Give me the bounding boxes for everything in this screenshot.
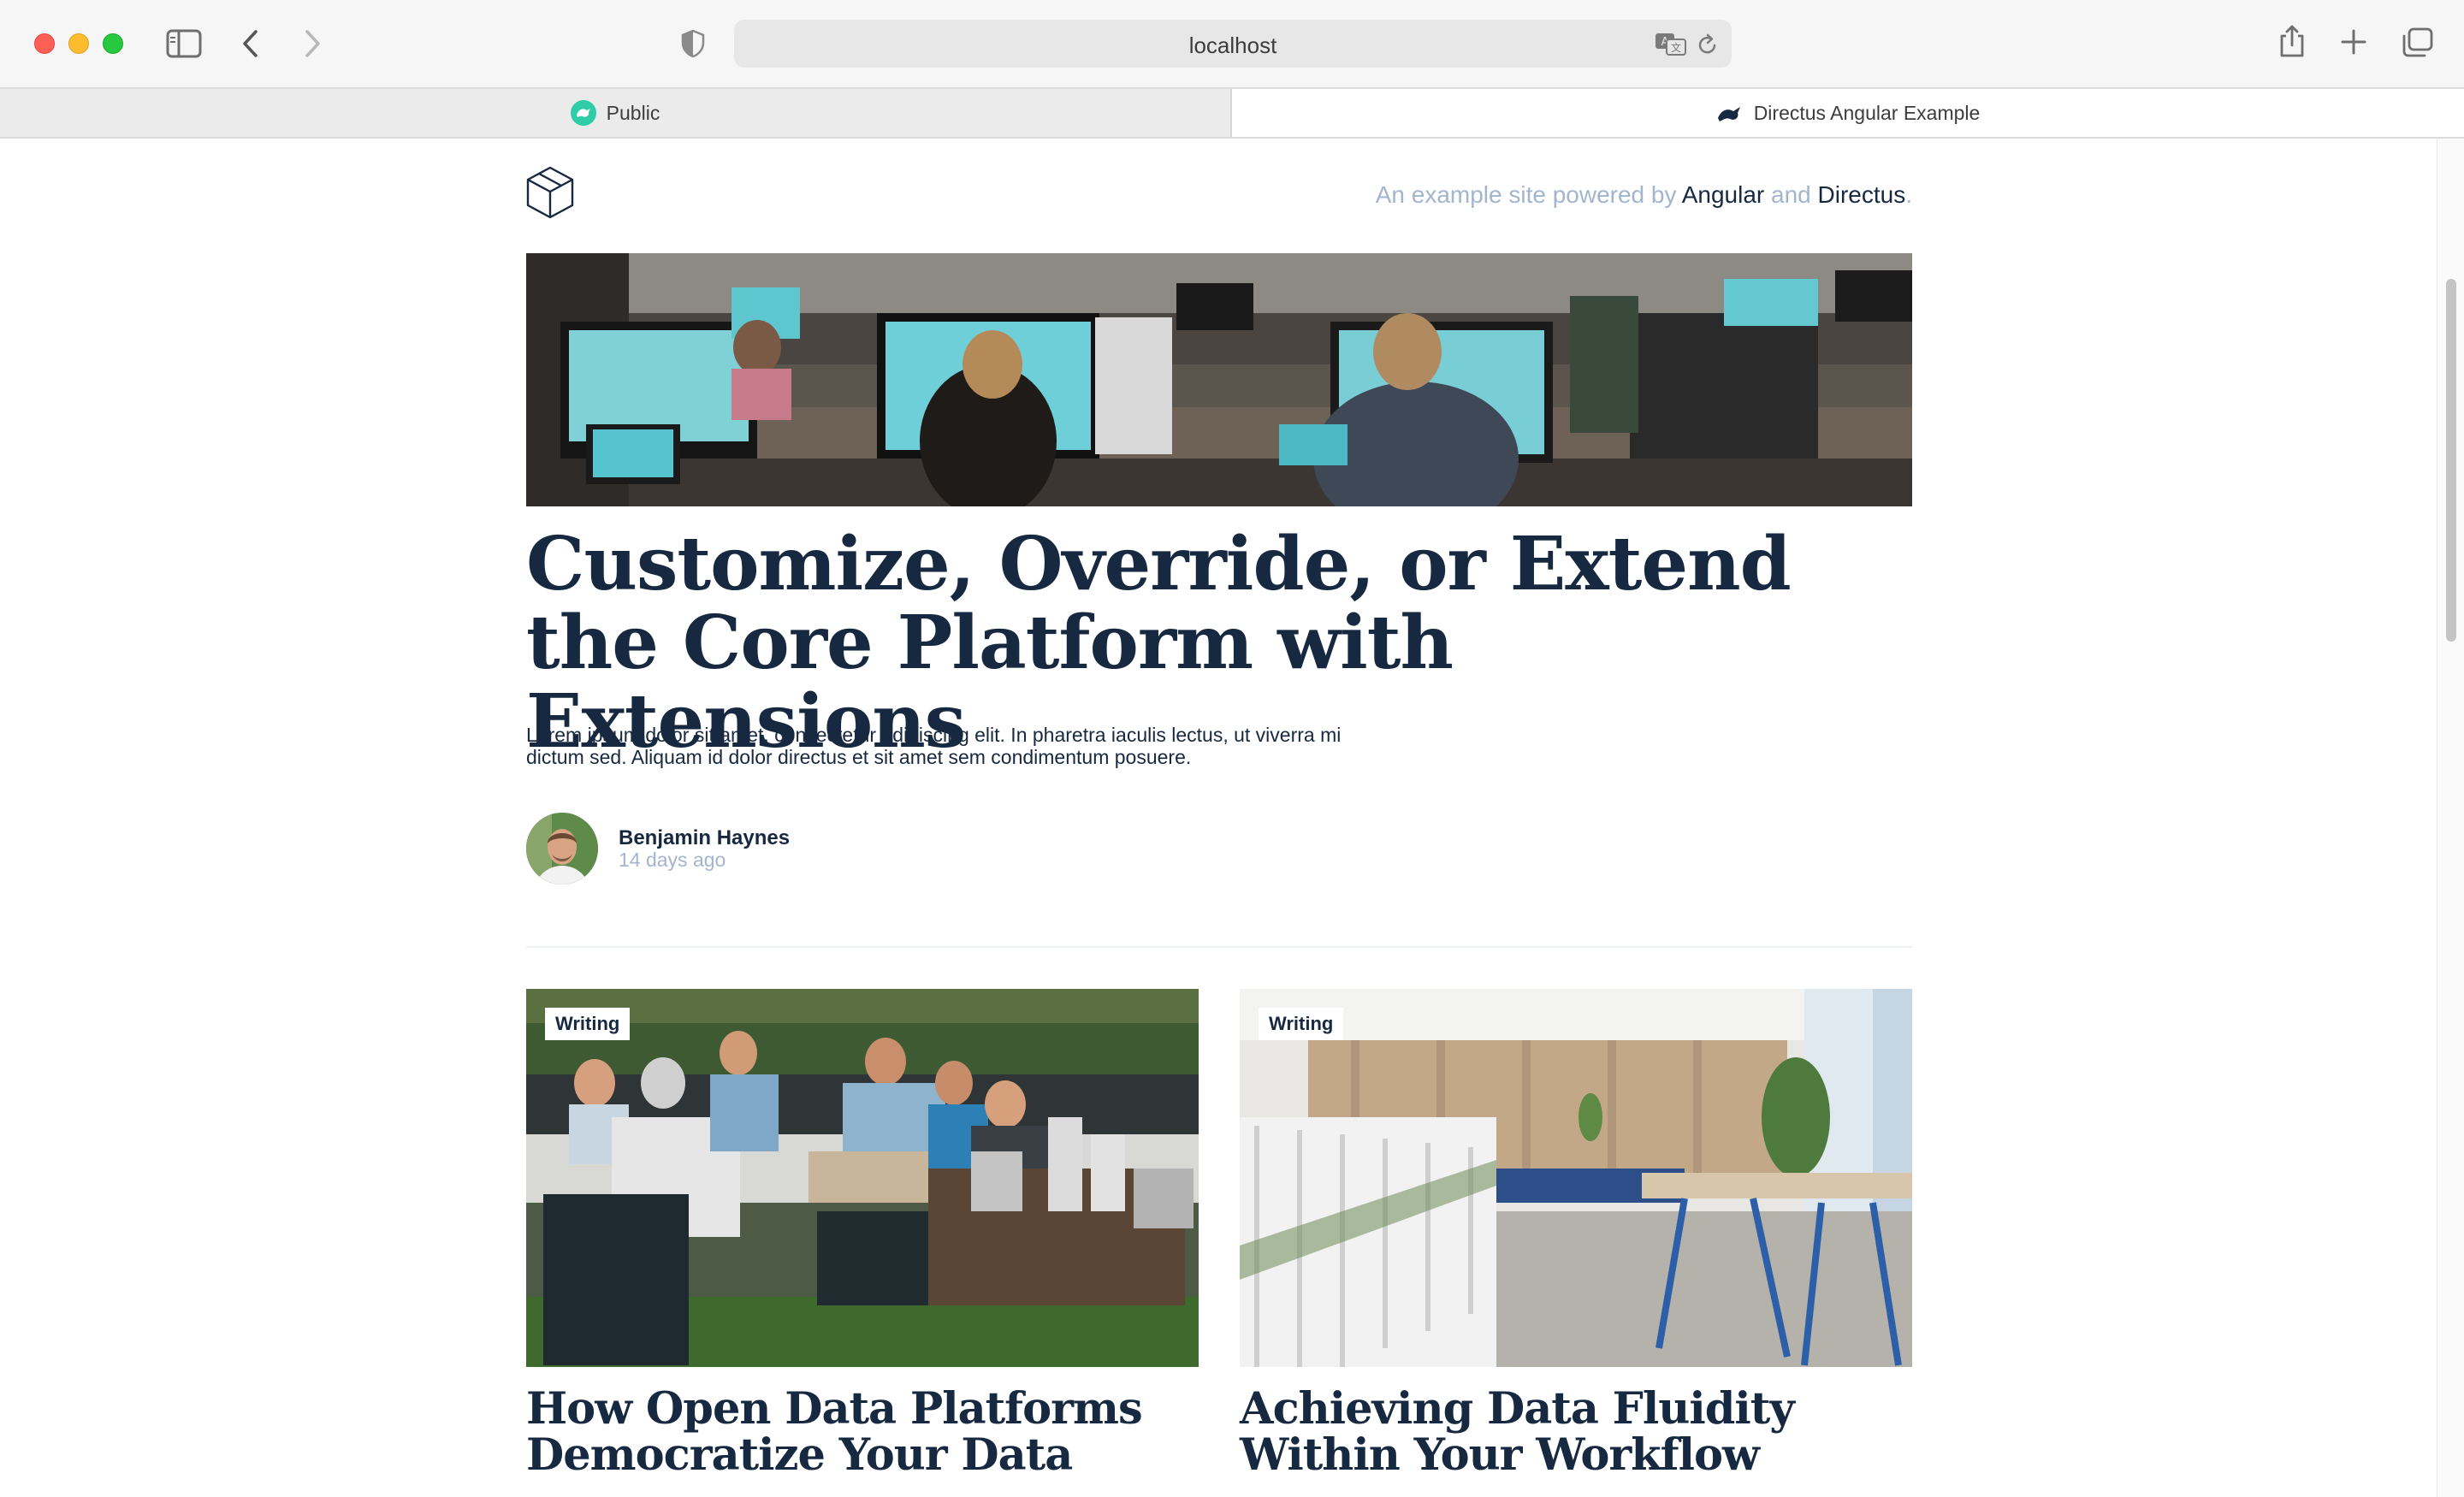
translate-icon[interactable]: A 文 bbox=[1655, 32, 1687, 56]
author-photo bbox=[526, 813, 598, 885]
tab-overview-icon[interactable] bbox=[2401, 27, 2433, 58]
forward-arrow-icon[interactable] bbox=[303, 29, 322, 58]
section-divider bbox=[526, 946, 1912, 948]
office-photo bbox=[526, 253, 1912, 506]
close-window-button[interactable] bbox=[34, 33, 55, 54]
directus-favicon-icon bbox=[570, 100, 596, 126]
tab-public[interactable]: Public bbox=[0, 89, 1232, 137]
site-tagline: An example site powered by Angular and D… bbox=[1376, 181, 1912, 209]
privacy-shield-icon[interactable] bbox=[681, 29, 705, 58]
category-badge[interactable]: Writing bbox=[545, 1008, 631, 1040]
article-title[interactable]: Achieving Data Fluidity Within Your Work… bbox=[1240, 1386, 1916, 1478]
article-image[interactable]: Writing bbox=[1240, 989, 1912, 1367]
tagline-period: . bbox=[1905, 181, 1912, 208]
browser-toolbar: localhost A 文 bbox=[0, 0, 2464, 89]
tagline-prefix: An example site powered by bbox=[1375, 181, 1677, 208]
page-scrollbar[interactable] bbox=[2437, 139, 2464, 1497]
url-text: localhost bbox=[1188, 33, 1277, 58]
address-bar[interactable]: localhost A 文 bbox=[734, 20, 1732, 68]
tab-label: Public bbox=[606, 101, 660, 124]
angular-link[interactable]: Angular bbox=[1682, 181, 1765, 208]
maximize-window-button[interactable] bbox=[103, 33, 123, 54]
minimize-window-button[interactable] bbox=[68, 33, 89, 54]
share-icon[interactable] bbox=[2279, 24, 2305, 58]
svg-text:文: 文 bbox=[1671, 41, 1681, 54]
hero-excerpt: Lorem ipsum dolor sit amet, consectetur … bbox=[526, 724, 1342, 768]
avatar bbox=[526, 813, 598, 885]
scrollbar-thumb[interactable] bbox=[2446, 279, 2456, 642]
directus-rabbit-icon bbox=[1717, 107, 1740, 121]
tagline-and: and bbox=[1771, 181, 1811, 208]
tab-directus-angular-example[interactable]: Directus Angular Example bbox=[1232, 89, 2464, 137]
article-image[interactable]: Writing bbox=[526, 989, 1199, 1367]
reload-icon[interactable] bbox=[1697, 33, 1718, 56]
article-title[interactable]: How Open Data Platforms Democratize Your… bbox=[526, 1386, 1202, 1478]
article-card[interactable]: Writing Achieving Data Fluidity Within Y… bbox=[1240, 989, 1912, 1478]
category-badge[interactable]: Writing bbox=[1259, 1008, 1344, 1040]
hero-image[interactable] bbox=[526, 253, 1912, 506]
office-interior-photo bbox=[1240, 989, 1912, 1367]
lounge-photo bbox=[526, 989, 1199, 1367]
sidebar-toggle-icon[interactable] bbox=[166, 29, 202, 58]
tab-label: Directus Angular Example bbox=[1753, 101, 1981, 124]
post-date: 14 days ago bbox=[619, 849, 726, 871]
back-arrow-icon[interactable] bbox=[241, 29, 260, 58]
tab-bar: Public Directus Angular Example bbox=[0, 89, 2464, 139]
article-card[interactable]: Writing How Open Data Platforms Democrat… bbox=[526, 989, 1199, 1478]
directus-link[interactable]: Directus bbox=[1818, 181, 1906, 208]
new-tab-icon[interactable] bbox=[2341, 29, 2366, 55]
site-logo-cube-icon[interactable] bbox=[526, 166, 574, 219]
author-name: Benjamin Haynes bbox=[619, 826, 791, 849]
